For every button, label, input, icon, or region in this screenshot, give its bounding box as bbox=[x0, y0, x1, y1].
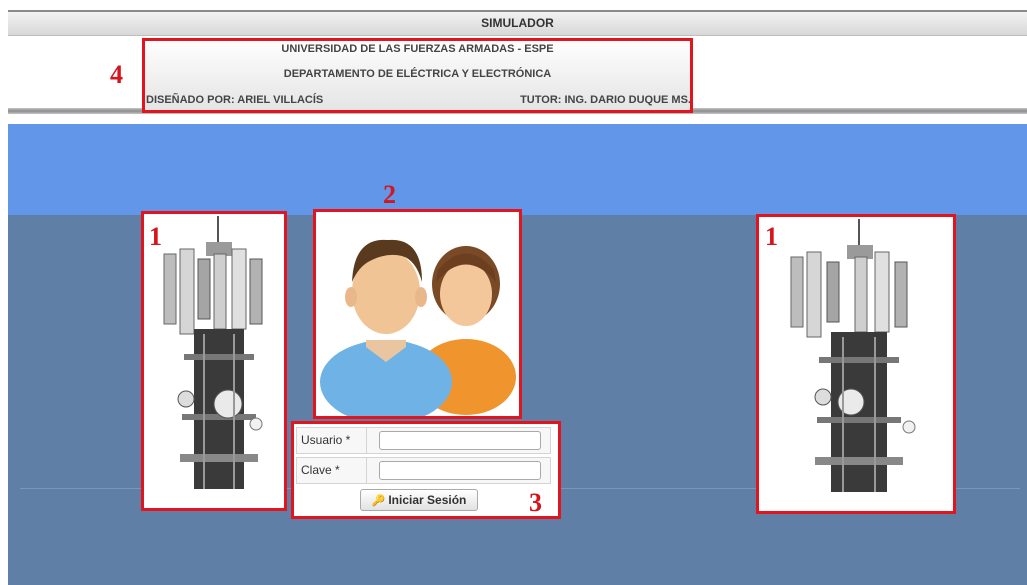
users-icon bbox=[320, 239, 516, 424]
key-icon: 🔑 bbox=[371, 495, 386, 507]
annotation-label-2: 2 bbox=[383, 180, 396, 209]
annotation-label-4: 4 bbox=[110, 60, 123, 89]
username-row: Usuario * bbox=[296, 427, 551, 454]
password-row: Clave * bbox=[296, 457, 551, 484]
users-avatar bbox=[313, 209, 522, 424]
login-button-label: Iniciar Sesión bbox=[388, 493, 467, 507]
cell-tower-icon bbox=[759, 217, 953, 511]
login-button[interactable]: 🔑 Iniciar Sesión bbox=[360, 489, 478, 511]
cell-tower-icon bbox=[144, 214, 284, 508]
password-label: Clave * bbox=[297, 458, 367, 483]
annotation-label-3: 3 bbox=[529, 488, 542, 517]
simulator-title: SIMULADOR bbox=[481, 16, 554, 30]
username-input[interactable] bbox=[379, 431, 541, 450]
simulator-title-bar: SIMULADOR bbox=[8, 10, 1027, 36]
tower-image-right bbox=[756, 214, 956, 514]
login-form: Usuario * Clave * 🔑 Iniciar Sesión bbox=[291, 421, 561, 519]
tower-image-left bbox=[141, 211, 287, 511]
username-label: Usuario * bbox=[297, 428, 367, 453]
sky-band bbox=[8, 124, 1027, 215]
password-input[interactable] bbox=[379, 461, 541, 480]
annotation-label-1-left: 1 bbox=[149, 222, 162, 251]
header-annotation-box bbox=[142, 38, 693, 113]
annotation-label-1-right: 1 bbox=[765, 222, 778, 251]
